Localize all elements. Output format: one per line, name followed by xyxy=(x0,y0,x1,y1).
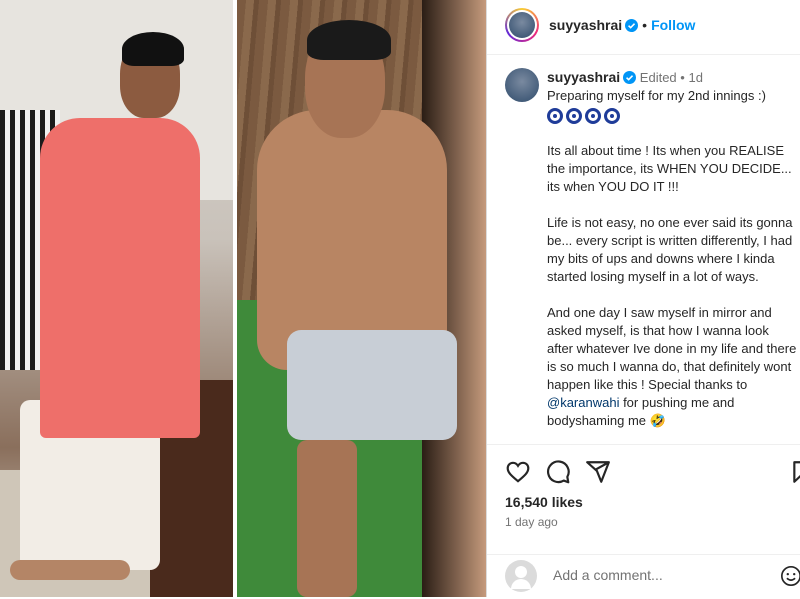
post-side-panel: suyyashrai • Follow suyyashrai Edited • 1d… xyxy=(486,0,800,597)
caption-username[interactable]: suyyashrai xyxy=(547,69,620,85)
heart-icon[interactable] xyxy=(505,459,531,485)
photo-person-hair xyxy=(122,32,184,66)
caption-paragraph: Its all about time ! Its when you REALIS… xyxy=(547,143,792,194)
verified-badge-icon xyxy=(623,71,637,84)
header-separator: • xyxy=(642,17,648,33)
photo-person-legs xyxy=(297,440,357,597)
post-caption: suyyashrai Edited • 1d Preparing myself … xyxy=(547,68,797,444)
caption-paragraph: Life is not easy, no one ever said its g… xyxy=(547,215,793,284)
nazar-amulet-icon xyxy=(604,108,620,124)
likes-count[interactable]: 16,540 likes xyxy=(505,494,583,510)
verified-badge-icon xyxy=(625,19,639,32)
user-avatar-placeholder xyxy=(505,560,537,592)
edited-label: Edited xyxy=(639,70,677,85)
caption-paragraph: And one day I saw myself in mirror and a… xyxy=(547,304,797,430)
post-actions: 16,540 likes 1 day ago xyxy=(487,444,800,598)
nazar-amulet-icon xyxy=(566,108,582,124)
caption-line1: Preparing myself for my 2nd innings :) xyxy=(547,88,766,103)
profile-avatar[interactable] xyxy=(505,8,539,42)
caption-avatar[interactable] xyxy=(505,68,539,102)
post-header: suyyashrai • Follow xyxy=(487,0,800,55)
follow-button[interactable]: Follow xyxy=(651,17,695,33)
photo-person-kurta xyxy=(40,118,200,438)
emoji-icon[interactable] xyxy=(780,565,800,587)
caption-header: suyyashrai Edited • 1d xyxy=(547,68,797,87)
comment-icon[interactable] xyxy=(545,459,571,485)
share-icon[interactable] xyxy=(585,459,611,485)
photo-person-hair xyxy=(307,20,391,60)
caption-text: And one day I saw myself in mirror and a… xyxy=(547,305,797,392)
eye-emoji-row xyxy=(547,108,797,124)
comment-input[interactable] xyxy=(551,566,765,584)
nazar-amulet-icon xyxy=(547,108,563,124)
post-photo-right xyxy=(237,0,486,597)
post-photo-left xyxy=(0,0,233,597)
caption-separator: • xyxy=(680,70,685,85)
post-timestamp: 1 day ago xyxy=(505,515,558,529)
mention-link[interactable]: @karanwahi xyxy=(547,395,619,410)
photo-person-feet xyxy=(10,560,130,580)
header-username[interactable]: suyyashrai xyxy=(549,17,622,33)
header-user-row: suyyashrai • Follow xyxy=(549,17,695,33)
bookmark-icon[interactable] xyxy=(790,459,800,485)
nazar-amulet-icon xyxy=(585,108,601,124)
post-age: 1d xyxy=(688,70,703,85)
comment-bar xyxy=(487,554,800,599)
photo-person-shorts xyxy=(287,330,457,440)
